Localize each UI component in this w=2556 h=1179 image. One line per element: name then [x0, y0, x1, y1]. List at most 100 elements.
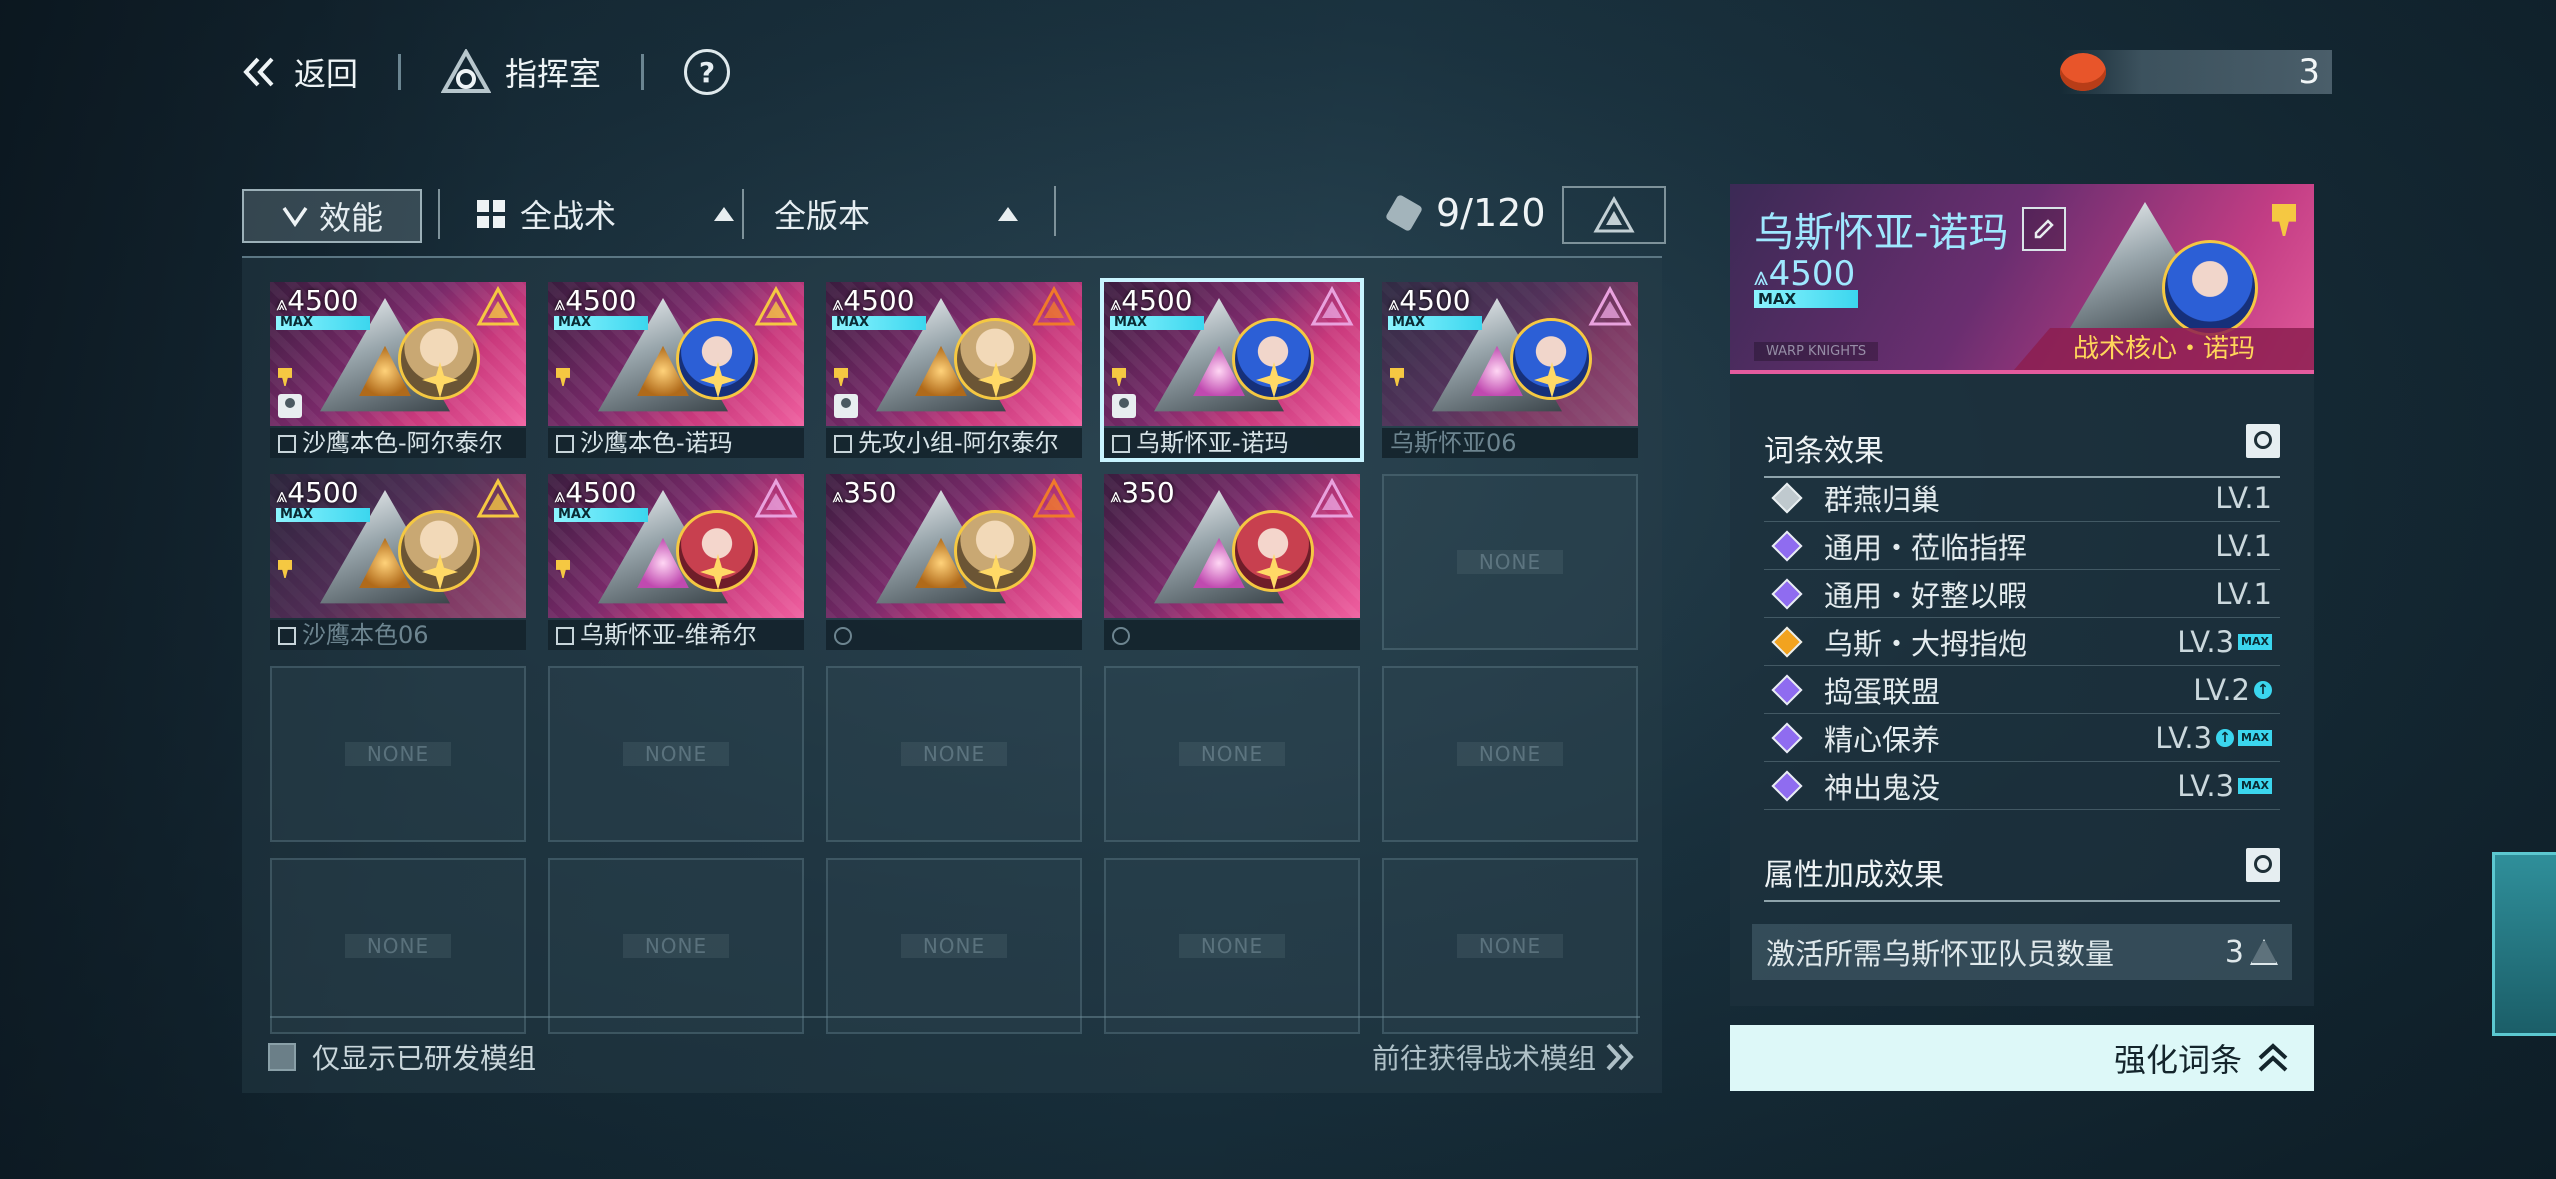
edit-icon[interactable] — [1112, 435, 1130, 453]
perk-row[interactable]: 通用・莅临指挥 LV.1 — [1764, 522, 2280, 570]
power-icon: ⩓ — [554, 483, 566, 507]
module-name: 乌斯怀亚-维希尔 — [580, 621, 757, 649]
max-badge: MAX — [554, 508, 648, 522]
module-card[interactable]: ⩓4500 MAX 乌斯怀亚-诺玛 — [1100, 278, 1364, 462]
side-drawer-tab[interactable] — [2492, 852, 2556, 1036]
module-card[interactable]: ⩓4500 MAX 沙鹰本色-阿尔泰尔 — [270, 282, 526, 458]
perk-diamond-icon — [1771, 529, 1803, 562]
module-power-value: 4500 — [565, 284, 637, 317]
power-icon: ⩓ — [1388, 291, 1400, 315]
help-button[interactable]: ? — [684, 49, 731, 95]
ban-icon — [834, 627, 852, 645]
back-label: 返回 — [294, 55, 359, 93]
tactic-filter-dropdown[interactable]: 全战术 — [438, 189, 776, 239]
search-icon[interactable] — [2246, 424, 2280, 458]
module-name: 乌斯怀亚06 — [1390, 429, 1517, 457]
perk-name: 捣蛋联盟 — [1824, 674, 1941, 709]
perk-level: LV.3 MAX — [2177, 769, 2272, 803]
tactic-filter-label: 全战术 — [520, 197, 617, 235]
enhance-label: 强化词条 — [2113, 1041, 2242, 1079]
perk-level: LV.2 ↑ — [2193, 673, 2272, 707]
pin-icon[interactable] — [2272, 204, 2296, 236]
module-power: ⩓4500 — [1110, 284, 1193, 317]
module-name-bar — [1104, 620, 1360, 650]
version-filter-dropdown[interactable]: 全版本 — [742, 189, 1074, 239]
sort-effect-button[interactable]: 效能 — [242, 189, 422, 243]
module-power-value: 4500 — [565, 476, 637, 509]
goto-obtain-label: 前往获得战术模组 — [1372, 1042, 1597, 1075]
perk-level: LV.1 — [2215, 481, 2272, 515]
edit-icon[interactable] — [556, 435, 574, 453]
max-badge: MAX — [276, 508, 370, 522]
back-button[interactable]: 返回 — [240, 49, 358, 95]
edit-icon[interactable] — [278, 627, 296, 645]
tactic-sort-icon — [1593, 195, 1635, 233]
perk-row[interactable]: 通用・好整以暇 LV.1 — [1764, 570, 2280, 618]
power-icon: ⩓ — [1110, 291, 1122, 315]
faction-emblem-icon — [476, 478, 520, 518]
edit-icon[interactable] — [278, 435, 296, 453]
faction-emblem-icon — [1310, 286, 1354, 326]
faction-emblem-icon — [754, 478, 798, 518]
empty-slot: NONE — [270, 858, 526, 1034]
double-chevron-up-icon — [2258, 1043, 2288, 1072]
perk-name: 通用・好整以暇 — [1824, 578, 2028, 613]
perk-level: LV.1 — [2215, 577, 2272, 611]
search-icon[interactable] — [2246, 848, 2280, 882]
command-room-icon — [441, 49, 492, 93]
module-power-value: 4500 — [1121, 284, 1193, 317]
faction-emblem-icon — [476, 286, 520, 326]
checkbox[interactable] — [268, 1043, 296, 1071]
perk-level-text: LV.1 — [2215, 480, 2272, 515]
module-card[interactable]: ⩓4500 MAX 乌斯怀亚-维希尔 — [548, 474, 804, 650]
max-badge: MAX — [1388, 316, 1482, 330]
module-name-bar — [826, 620, 1082, 650]
module-name: 乌斯怀亚-诺玛 — [1136, 429, 1289, 457]
perk-name: 精心保养 — [1824, 722, 1941, 757]
only-developed-label: 仅显示已研发模组 — [312, 1042, 537, 1075]
perk-row[interactable]: 精心保养 LV.3 ↑ MAX — [1764, 714, 2280, 762]
module-card[interactable]: ⩓350 — [1104, 474, 1360, 650]
module-name-bar: 沙鹰本色-诺玛 — [548, 428, 804, 458]
triangle-up-icon — [714, 207, 734, 221]
perk-row[interactable]: 捣蛋联盟 LV.2 ↑ — [1764, 666, 2280, 714]
only-developed-toggle[interactable]: 仅显示已研发模组 — [268, 1037, 536, 1077]
divider — [270, 1016, 1640, 1018]
max-tag: MAX — [2238, 729, 2272, 746]
attr-label: 激活所需乌斯怀亚队员数量 — [1766, 937, 2115, 971]
attr-value: 3 — [2225, 935, 2278, 970]
module-card[interactable]: ⩓4500 MAX 沙鹰本色06 — [270, 474, 526, 650]
divider — [1050, 186, 1056, 236]
perk-row[interactable]: 群燕归巢 LV.1 — [1764, 474, 2280, 522]
goto-obtain-link[interactable]: 前往获得战术模组 — [1372, 1037, 1636, 1077]
attr-section-title: 属性加成效果 — [1764, 848, 2280, 902]
module-name: 沙鹰本色-阿尔泰尔 — [302, 429, 503, 457]
perk-diamond-icon — [1771, 577, 1803, 610]
attr-value-number: 3 — [2224, 934, 2244, 970]
edit-icon[interactable] — [834, 435, 852, 453]
empty-slot-label: NONE — [1456, 934, 1564, 958]
perk-row[interactable]: 神出鬼没 LV.3 MAX — [1764, 762, 2280, 810]
module-power: ⩓4500 — [276, 476, 359, 509]
edit-icon[interactable] — [556, 627, 574, 645]
perk-diamond-icon — [1771, 625, 1803, 658]
edit-icon — [2035, 219, 2055, 239]
divider — [242, 256, 1662, 258]
module-power-value: 4500 — [287, 284, 359, 317]
faction-emblem-icon — [1310, 478, 1354, 518]
module-detail-panel: 乌斯怀亚-诺玛 ⩓4500 MAX WARP KNIGHTS 战术核心・诺玛 词… — [1730, 184, 2314, 1006]
perk-row[interactable]: 乌斯・大拇指炮 LV.3 MAX — [1764, 618, 2280, 666]
module-name-bar: 先攻小组-阿尔泰尔 — [826, 428, 1082, 458]
currency-value: 3 — [2298, 52, 2320, 92]
module-card[interactable]: ⩓4500 MAX 先攻小组-阿尔泰尔 — [826, 282, 1082, 458]
command-room-button[interactable]: 指挥室 — [441, 49, 601, 95]
module-card[interactable]: ⩓4500 MAX 沙鹰本色-诺玛 — [548, 282, 804, 458]
empty-slot: NONE — [1104, 858, 1360, 1034]
rename-button[interactable] — [2022, 207, 2067, 251]
power-icon: ⩓ — [832, 483, 844, 507]
module-card[interactable]: ⩓4500 MAX 乌斯怀亚06 — [1382, 282, 1638, 458]
sort-order-button[interactable] — [1562, 186, 1666, 244]
enhance-perks-button[interactable]: 强化词条 — [1730, 1025, 2314, 1091]
module-card[interactable]: ⩓350 — [826, 474, 1082, 650]
perk-level: LV.1 — [2215, 529, 2272, 563]
